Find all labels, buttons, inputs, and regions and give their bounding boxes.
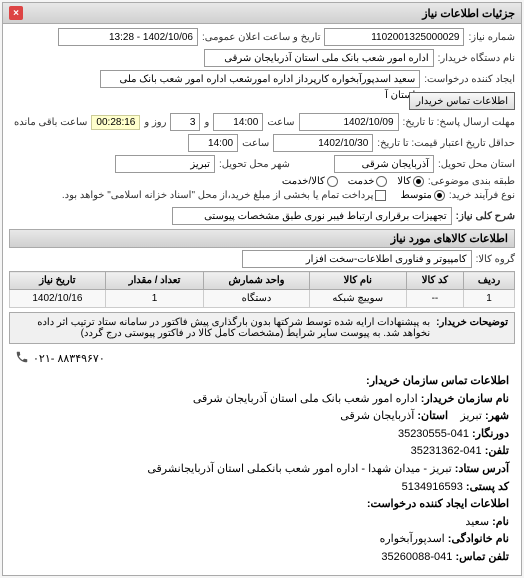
th-date: تاریخ نیاز <box>10 272 106 290</box>
table-header-row: ردیف کد کالا نام کالا واحد شمارش تعداد /… <box>10 272 515 290</box>
contact-phone2: 041-35260088 <box>381 551 452 563</box>
footer-bar: ۸۸۳۴۹۶۷۰ -۰۲۱ <box>9 348 515 369</box>
main-panel: جزئیات اطلاعات نیاز × شماره نیاز: 110200… <box>2 2 522 576</box>
radio-dot-icon <box>434 190 445 201</box>
desc-field: تجهیزات برقراری ارتباط فیبر نوری طبق مشخ… <box>172 207 452 225</box>
cell-row: 1 <box>464 290 515 308</box>
days-and: و <box>204 117 209 128</box>
purchase-type-label: نوع فرآیند خرید: <box>449 190 515 201</box>
contact-address-label: آدرس ستاد: <box>455 463 509 475</box>
deadline-label: مهلت ارسال پاسخ: تا تاریخ: <box>403 117 515 128</box>
time-label-1: ساعت <box>267 117 294 128</box>
contact-lastname-label: نام خانوادگی: <box>448 533 509 545</box>
items-section-title: اطلاعات کالاهای مورد نیاز <box>9 229 515 248</box>
contact-org-label: نام سازمان خریدار: <box>421 393 509 405</box>
contact-province-label: استان: <box>417 410 448 422</box>
checkbox-icon <box>375 190 386 201</box>
footer-phone: ۸۸۳۴۹۶۷۰ -۰۲۱ <box>33 352 105 365</box>
cell-unit: دستگاه <box>204 290 310 308</box>
cell-code: -- <box>406 290 463 308</box>
contact-phone: 041-35231362 <box>411 445 482 457</box>
req-creator-title: اطلاعات ایجاد کننده درخواست: <box>367 498 509 510</box>
purchase-note: پرداخت تمام یا بخشی از مبلغ خرید،از محل … <box>62 190 374 201</box>
contact-phone2-label: تلفن تماس: <box>455 551 509 563</box>
buyer-org-label: نام دستگاه خریدار: <box>438 53 515 64</box>
checkbox-treasury[interactable]: پرداخت تمام یا بخشی از مبلغ خرید،از محل … <box>62 190 387 201</box>
contact-address: تبریز - میدان شهدا - اداره امور شعب بانک… <box>147 463 451 475</box>
contact-fax-label: دورنگار: <box>472 428 509 440</box>
creator-field: سعید اسدپورآبخواره کارپرداز اداره امورشع… <box>100 70 420 88</box>
contact-city-label: شهر: <box>485 410 509 422</box>
cell-name: سوییچ شبکه <box>309 290 406 308</box>
cell-date: 1402/10/16 <box>10 290 106 308</box>
note-text: به پیشنهادات ارایه شده توسط شرکتها بدون … <box>16 317 430 339</box>
phone-icon <box>15 350 29 367</box>
contact-lastname: اسدپورآبخواره <box>380 533 445 545</box>
group-label: گروه کالا: <box>476 254 515 265</box>
desc-label: شرح کلی نیاز: <box>456 211 515 222</box>
contact-city: تبریز <box>460 410 482 422</box>
contact-postal-label: کد پستی: <box>466 481 509 493</box>
validity-label: حداقل تاریخ اعتبار قیمت: تا تاریخ: <box>377 138 515 149</box>
contact-postal: 5134916593 <box>402 481 463 493</box>
contact-button[interactable]: اطلاعات تماس خریدار <box>409 92 515 110</box>
days-unit: روز و <box>144 117 166 128</box>
radio-goods[interactable]: کالا <box>397 176 424 187</box>
deadline-time-field: 14:00 <box>213 113 263 131</box>
th-qty: تعداد / مقدار <box>105 272 203 290</box>
category-radio-group: کالا خدمت کالا/خدمت <box>282 176 424 187</box>
contact-section: اطلاعات تماس سازمان خریدار: نام سازمان خ… <box>9 369 515 571</box>
req-number-label: شماره نیاز: <box>468 32 515 43</box>
items-table: ردیف کد کالا نام کالا واحد شمارش تعداد /… <box>9 271 515 308</box>
table-row[interactable]: 1 -- سوییچ شبکه دستگاه 1 1402/10/16 <box>10 290 515 308</box>
radio-goods-label: کالا <box>397 176 411 187</box>
contact-name: سعید <box>465 516 489 528</box>
close-icon[interactable]: × <box>9 6 23 20</box>
buyer-org-field: اداره امور شعب بانک ملی استان آذربایجان … <box>204 49 434 67</box>
announce-field: 1402/10/06 - 13:28 <box>58 28 198 46</box>
contact-fax: 041-35230555 <box>398 428 469 440</box>
radio-dot-icon <box>327 176 338 187</box>
creator-label: ایجاد کننده درخواست: <box>424 74 515 85</box>
radio-dot-icon <box>413 176 424 187</box>
province-label: استان محل تحویل: <box>438 159 515 170</box>
cell-qty: 1 <box>105 290 203 308</box>
buyer-note: توضیحات خریدار: به پیشنهادات ارایه شده ت… <box>9 312 515 344</box>
days-field: 3 <box>170 113 200 131</box>
city-label: شهر محل تحویل: <box>219 159 290 170</box>
contact-org: اداره امور شعب بانک ملی استان آذربایجان … <box>193 393 418 405</box>
validity-time-field: 14:00 <box>188 134 238 152</box>
packing-label: طبقه بندی موضوعی: <box>428 176 515 187</box>
radio-both[interactable]: کالا/خدمت <box>282 176 338 187</box>
announce-label: تاریخ و ساعت اعلان عمومی: <box>202 32 321 43</box>
panel-header: جزئیات اطلاعات نیاز × <box>3 3 521 24</box>
radio-service[interactable]: خدمت <box>348 176 388 187</box>
contact-title: اطلاعات تماس سازمان خریدار: <box>366 375 509 387</box>
form-body: شماره نیاز: 1102001325000029 تاریخ و ساع… <box>3 24 521 575</box>
panel-title: جزئیات اطلاعات نیاز <box>422 7 515 20</box>
validity-date-field: 1402/10/30 <box>273 134 373 152</box>
countdown-timer: 00:28:16 <box>91 115 140 130</box>
contact-name-label: نام: <box>492 516 509 528</box>
th-row: ردیف <box>464 272 515 290</box>
th-unit: واحد شمارش <box>204 272 310 290</box>
radio-both-label: کالا/خدمت <box>282 176 325 187</box>
th-code: کد کالا <box>406 272 463 290</box>
contact-province: آذربایجان شرقی <box>340 410 414 422</box>
time-label-2: ساعت <box>242 138 269 149</box>
req-number-field: 1102001325000029 <box>324 28 464 46</box>
note-label: توضیحات خریدار: <box>436 317 508 339</box>
group-field: کامپیوتر و فناوری اطلاعات-سخت افزار <box>242 250 472 268</box>
deadline-date-field: 1402/10/09 <box>299 113 399 131</box>
province-field: آذربایجان شرقی <box>334 155 434 173</box>
radio-service-label: خدمت <box>348 176 375 187</box>
th-name: نام کالا <box>309 272 406 290</box>
contact-phone-label: تلفن: <box>485 445 509 457</box>
radio-medium[interactable]: متوسط <box>400 190 444 201</box>
radio-medium-label: متوسط <box>400 190 431 201</box>
radio-dot-icon <box>376 176 387 187</box>
city-field: تبریز <box>115 155 215 173</box>
timer-suffix: ساعت باقی مانده <box>14 117 87 128</box>
